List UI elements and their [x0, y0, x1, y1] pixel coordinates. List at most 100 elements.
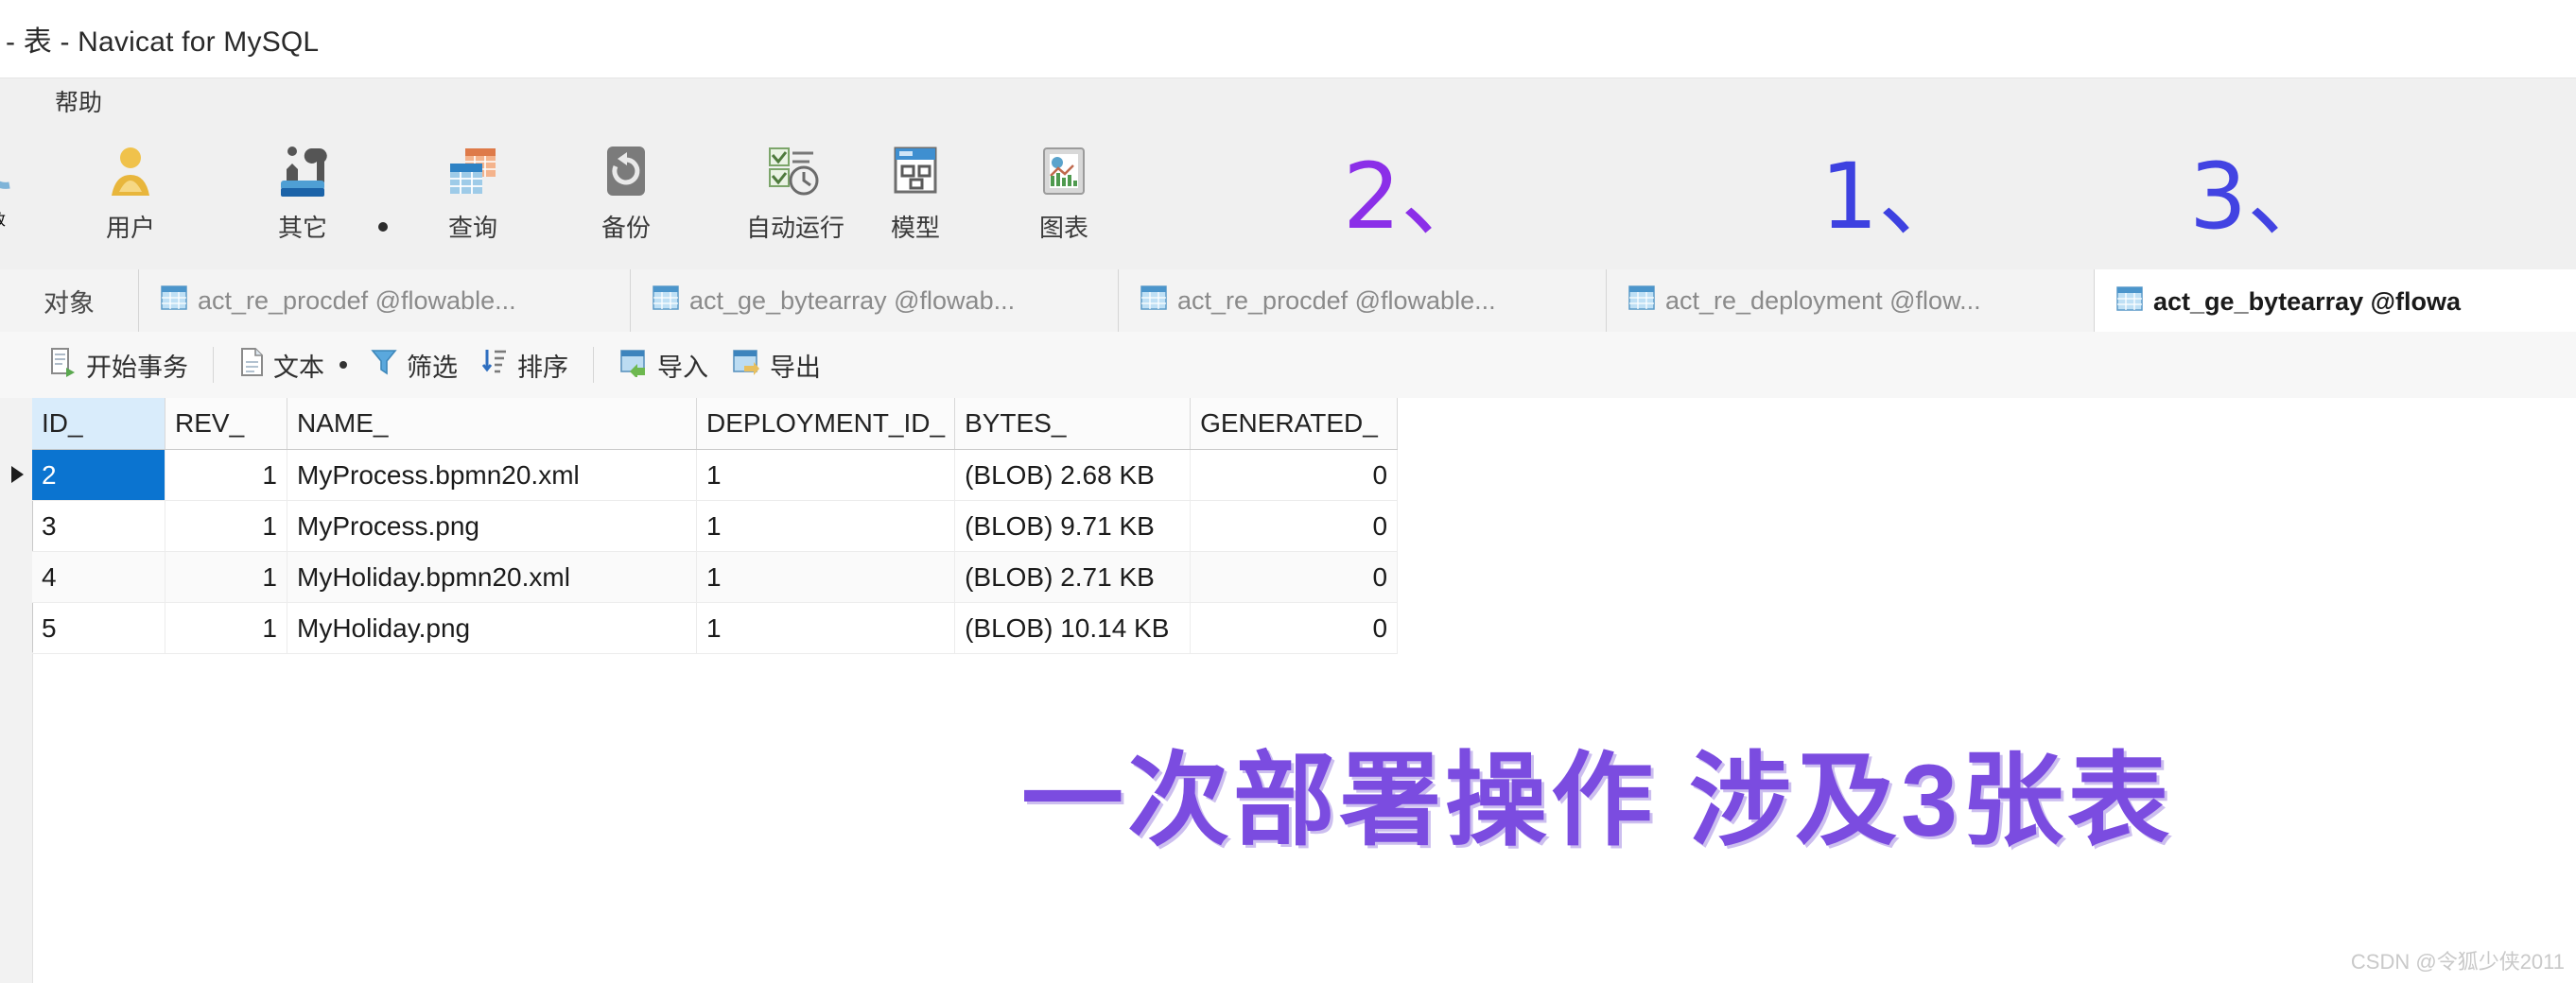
- transaction-icon: [49, 347, 78, 384]
- table-header-row: ID_ REV_ NAME_ DEPLOYMENT_ID_ BYTES_ GEN…: [32, 398, 1399, 450]
- cell-deployment-id[interactable]: 1: [696, 500, 956, 552]
- watermark: CSDN @令狐少侠2011: [2350, 950, 2565, 974]
- tab-act-re-deployment[interactable]: act_re_deployment @flow...: [1607, 269, 2095, 332]
- text-button[interactable]: 文本: [227, 347, 336, 384]
- tab-act-re-procdef-2[interactable]: act_re_procdef @flowable...: [1119, 269, 1607, 332]
- cell-deployment-id[interactable]: 1: [696, 449, 956, 501]
- table-tab-bar: 对象 act_re_procdef @flowable... act_ge_by…: [0, 269, 2576, 333]
- table-icon: [1140, 284, 1168, 319]
- cell-name[interactable]: MyHoliday.bpmn20.xml: [287, 551, 697, 603]
- table-row[interactable]: 2 1 MyProcess.bpmn20.xml 1 (BLOB) 2.68 K…: [32, 449, 1399, 501]
- ribbon-label-other: 其它: [277, 214, 327, 242]
- window-titlebar: - 表 - Navicat for MySQL: [0, 0, 2576, 78]
- annotation-caption: 一次部署操作 涉及3张表: [1021, 743, 2174, 857]
- import-label: 导入: [657, 353, 708, 382]
- cell-generated[interactable]: 0: [1190, 500, 1399, 552]
- ribbon-label-user: 用户: [105, 214, 155, 242]
- model-icon: [884, 140, 947, 202]
- toolbar-separator-dot: [378, 222, 388, 232]
- data-grid: ID_ REV_ NAME_ DEPLOYMENT_ID_ BYTES_ GEN…: [0, 398, 2576, 983]
- cell-deployment-id[interactable]: 1: [696, 551, 956, 603]
- cell-rev[interactable]: 1: [165, 500, 287, 552]
- ribbon-button-query[interactable]: 查询: [416, 140, 530, 244]
- table-row[interactable]: 3 1 MyProcess.png 1 (BLOB) 9.71 KB 0: [32, 500, 1399, 552]
- ribbon-button-backup[interactable]: 备份: [569, 140, 683, 244]
- cell-rev[interactable]: 1: [165, 602, 287, 654]
- column-header-rev[interactable]: REV_: [165, 398, 287, 450]
- main-toolbar: 改 用户 其它: [0, 123, 2576, 270]
- tab-label: act_re_procdef @flowable...: [198, 285, 516, 315]
- cell-id[interactable]: 3: [32, 500, 165, 552]
- table-row[interactable]: 4 1 MyHoliday.bpmn20.xml 1 (BLOB) 2.71 K…: [32, 551, 1399, 603]
- tab-act-ge-bytearray-active[interactable]: act_ge_bytearray @flowa: [2095, 269, 2576, 332]
- ribbon-label-model: 模型: [890, 214, 940, 242]
- ribbon-label-query: 查询: [447, 214, 497, 242]
- text-icon: [238, 347, 265, 384]
- tab-act-re-procdef-1[interactable]: act_re_procdef @flowable...: [139, 269, 631, 332]
- annotation-3: 3、: [2189, 144, 2339, 250]
- filter-button[interactable]: 筛选: [358, 347, 469, 384]
- ribbon-label-backup: 备份: [600, 214, 651, 242]
- cell-id[interactable]: 5: [32, 602, 165, 654]
- ribbon-button-other[interactable]: 其它: [246, 140, 359, 244]
- column-header-bytes[interactable]: BYTES_: [954, 398, 1192, 450]
- tab-objects[interactable]: 对象: [0, 269, 139, 332]
- cell-name[interactable]: MyProcess.bpmn20.xml: [287, 449, 697, 501]
- cell-name[interactable]: MyProcess.png: [287, 500, 697, 552]
- table-row[interactable]: 5 1 MyHoliday.png 1 (BLOB) 10.14 KB 0: [32, 602, 1399, 654]
- import-icon: [618, 347, 649, 384]
- cell-rev[interactable]: 1: [165, 551, 287, 603]
- cell-rev[interactable]: 1: [165, 449, 287, 501]
- ribbon-button-clipped[interactable]: 改: [0, 140, 44, 230]
- cell-id[interactable]: 4: [32, 551, 165, 603]
- annotation-2: 2、: [1343, 144, 1492, 250]
- cell-deployment-id[interactable]: 1: [696, 602, 956, 654]
- column-header-id[interactable]: ID_: [32, 398, 165, 450]
- cell-generated[interactable]: 0: [1190, 551, 1399, 603]
- sort-button[interactable]: 排序: [469, 347, 580, 384]
- sort-label: 排序: [517, 353, 568, 382]
- cell-generated[interactable]: 0: [1190, 449, 1399, 501]
- grid-left-border: [32, 652, 33, 983]
- cell-generated[interactable]: 0: [1190, 602, 1399, 654]
- begin-transaction-label: 开始事务: [86, 353, 188, 382]
- tools-icon: [271, 140, 334, 202]
- begin-transaction-button[interactable]: 开始事务: [38, 347, 200, 384]
- result-table: ID_ REV_ NAME_ DEPLOYMENT_ID_ BYTES_ GEN…: [32, 398, 1399, 654]
- menu-bar: 帮助: [0, 78, 2576, 124]
- cell-name[interactable]: MyHoliday.png: [287, 602, 697, 654]
- text-dropdown-dot[interactable]: [339, 361, 347, 369]
- tab-label: act_ge_bytearray @flowa: [2153, 286, 2461, 316]
- window-title: - 表 - Navicat for MySQL: [6, 26, 320, 58]
- tab-label: act_re_procdef @flowable...: [1177, 285, 1496, 315]
- import-button[interactable]: 导入: [607, 347, 720, 384]
- column-header-generated[interactable]: GENERATED_: [1190, 398, 1399, 450]
- menu-item-help[interactable]: 帮助: [55, 84, 102, 118]
- export-label: 导出: [770, 353, 821, 382]
- cell-bytes[interactable]: (BLOB) 10.14 KB: [954, 602, 1192, 654]
- tab-act-ge-bytearray-1[interactable]: act_ge_bytearray @flowab...: [631, 269, 1119, 332]
- cell-id[interactable]: 2: [32, 449, 165, 501]
- export-icon: [731, 347, 761, 384]
- column-header-deployment[interactable]: DEPLOYMENT_ID_: [696, 398, 956, 450]
- cell-bytes[interactable]: (BLOB) 9.71 KB: [954, 500, 1192, 552]
- ribbon-button-chart[interactable]: 图表: [1007, 140, 1121, 244]
- column-header-name[interactable]: NAME_: [287, 398, 697, 450]
- filter-label: 筛选: [407, 353, 458, 382]
- toolbar-divider: [213, 347, 214, 383]
- user-icon: [99, 140, 162, 202]
- sort-icon: [480, 347, 509, 384]
- table-icon: [2115, 285, 2144, 319]
- tab-label: 对象: [44, 288, 95, 318]
- grid-toolbar: 开始事务 文本 筛选 排序 导入 导出: [0, 332, 2576, 399]
- ribbon-label-chart: 图表: [1038, 214, 1088, 242]
- export-button[interactable]: 导出: [720, 347, 832, 384]
- ribbon-button-model[interactable]: 模型: [859, 140, 972, 244]
- cell-bytes[interactable]: (BLOB) 2.71 KB: [954, 551, 1192, 603]
- ribbon-button-user[interactable]: 用户: [74, 140, 187, 244]
- tab-label: act_ge_bytearray @flowab...: [689, 285, 1016, 315]
- cell-bytes[interactable]: (BLOB) 2.68 KB: [954, 449, 1192, 501]
- filter-icon: [370, 347, 398, 384]
- arc-icon: [0, 140, 42, 207]
- ribbon-button-automation[interactable]: 自动运行: [707, 140, 883, 244]
